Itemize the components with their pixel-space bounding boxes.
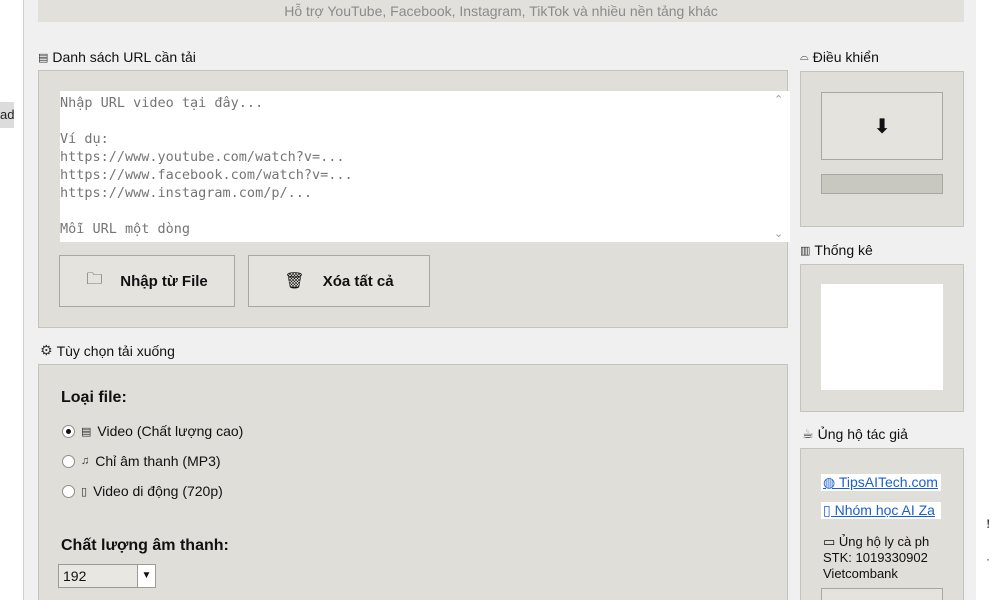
- background-window-text: ad: [0, 107, 15, 122]
- gamepad-icon: ⌓: [800, 50, 809, 63]
- account-number: STK: 1019330902: [823, 550, 928, 565]
- file-type-audio-label: Chỉ âm thanh (MP3): [95, 453, 221, 469]
- radio-audio[interactable]: [62, 454, 75, 468]
- bank-name: Vietcombank: [823, 566, 898, 581]
- globe-icon: ◍: [823, 474, 839, 490]
- radio-video[interactable]: [62, 424, 75, 438]
- file-type-mobile-label: Video di động (720p): [93, 483, 223, 499]
- url-section-title: Danh sách URL cần tải: [52, 49, 196, 65]
- control-section-title: Điều khiển: [812, 49, 879, 65]
- film-icon: ▤: [81, 425, 92, 438]
- stats-section-title: Thống kê: [814, 242, 873, 258]
- import-file-label: Nhập từ File: [120, 272, 208, 290]
- music-icon: ♫: [81, 455, 90, 467]
- control-section-label: ⌓ Điều khiển: [800, 49, 879, 65]
- scroll-up-icon[interactable]: ⌃: [774, 93, 783, 106]
- download-button[interactable]: ⬇: [821, 92, 943, 160]
- gear-icon: ⚙: [40, 342, 53, 358]
- chevron-down-icon[interactable]: ▼: [137, 565, 155, 587]
- stats-section-label: ▥ Thống kê: [800, 242, 873, 258]
- audio-quality-title: Chất lượng âm thanh:: [61, 537, 229, 554]
- radio-mobile[interactable]: [62, 484, 75, 498]
- support-button[interactable]: [821, 588, 943, 600]
- file-type-title: Loại file:: [61, 389, 127, 406]
- scroll-down-icon[interactable]: ⌄: [774, 227, 783, 240]
- donate-text: ▭ Ủng hộ ly cà ph: [823, 534, 929, 550]
- audio-quality-select[interactable]: 192 ▼: [58, 564, 156, 588]
- background-glyph-small: ·: [986, 552, 990, 566]
- tipsaitech-link[interactable]: ◍ TipsAITech.com: [821, 474, 941, 491]
- url-input[interactable]: [60, 91, 790, 242]
- download-arrow-icon: ⬇: [873, 115, 891, 138]
- file-type-video[interactable]: ▤ Video (Chất lượng cao): [62, 423, 243, 439]
- clipboard-icon: ▤: [38, 51, 49, 64]
- header-bar: Hỗ trợ YouTube, Facebook, Instagram, Tik…: [38, 0, 964, 22]
- file-type-video-label: Video (Chất lượng cao): [97, 423, 244, 439]
- file-type-mobile[interactable]: ▯ Video di động (720p): [62, 483, 223, 499]
- background-glyph: ꜝ: [986, 522, 991, 539]
- clear-all-label: Xóa tất cả: [322, 272, 394, 290]
- background-window-left: ad: [0, 0, 24, 600]
- trash-icon: 🗑: [284, 273, 305, 290]
- support-section-title: Ủng hộ tác giả: [817, 426, 908, 442]
- card-icon: ▭: [823, 534, 839, 549]
- options-section-label: ⚙ Tùy chọn tải xuống: [40, 342, 175, 359]
- import-file-button[interactable]: 🗀 Nhập từ File: [59, 255, 235, 307]
- audio-quality-value: 192: [63, 568, 87, 584]
- bar-chart-icon: ▥: [800, 244, 811, 257]
- phone-icon: ▯: [81, 485, 88, 498]
- tipsaitech-link-text: TipsAITech.com: [838, 474, 938, 490]
- folder-icon: 🗀: [86, 270, 103, 288]
- file-type-audio[interactable]: ♫ Chỉ âm thanh (MP3): [62, 453, 221, 469]
- url-scrollbar[interactable]: ⌃ ⌄: [770, 91, 790, 242]
- app-window: Hỗ trợ YouTube, Facebook, Instagram, Tik…: [24, 0, 976, 600]
- stats-display: [821, 284, 943, 390]
- options-section-title: Tùy chọn tải xuống: [56, 342, 175, 359]
- zalo-group-link[interactable]: ▯ Nhóm học AI Za: [821, 502, 941, 519]
- background-window-right: ꜝ ·: [976, 0, 1000, 600]
- header-subtitle: Hỗ trợ YouTube, Facebook, Instagram, Tik…: [284, 3, 718, 19]
- donate-text-label: Ủng hộ ly cà ph: [838, 534, 930, 549]
- url-section-label: ▤ Danh sách URL cần tải: [38, 49, 196, 65]
- zalo-group-link-text: Nhóm học AI Za: [834, 502, 935, 518]
- support-section-label: ☕ Ủng hộ tác giả: [802, 426, 908, 442]
- phone-icon: ▯: [823, 502, 835, 518]
- clear-all-button[interactable]: 🗑 Xóa tất cả: [248, 255, 430, 307]
- coffee-icon: ☕: [802, 426, 814, 441]
- download-progress-bar: [821, 174, 943, 194]
